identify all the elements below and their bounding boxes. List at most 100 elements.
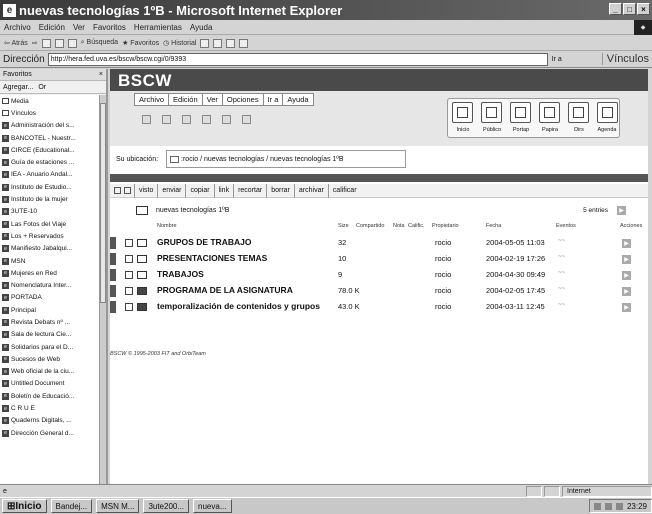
row-events-icon[interactable]: ~~ <box>558 286 565 292</box>
action-visto[interactable]: visto <box>134 183 157 198</box>
favorite-item[interactable]: e Dirección General d... <box>0 427 100 439</box>
row-events-icon[interactable]: ~~ <box>558 238 565 244</box>
row-action-arrow-icon[interactable]: ▶ <box>622 255 631 264</box>
favorite-item[interactable]: e Principal <box>0 304 100 316</box>
binoculars-icon[interactable] <box>202 115 211 124</box>
row-checkbox[interactable] <box>125 255 133 263</box>
favorite-item[interactable]: e 3UTE-10 <box>0 206 100 218</box>
favorite-item[interactable]: e Guía de estaciones ... <box>0 156 100 168</box>
col-eventos[interactable]: Eventos <box>556 223 576 229</box>
row-action-arrow-icon[interactable]: ▶ <box>622 287 631 296</box>
back-button[interactable]: ⇦ Atrás <box>4 39 28 47</box>
wastebasket-nav-icon[interactable] <box>539 102 560 123</box>
favorite-item[interactable]: e IEA - Anuario Andal... <box>0 169 100 181</box>
bscw-menu-ver[interactable]: Ver <box>203 94 223 105</box>
add-favorite-button[interactable]: Agregar... <box>3 84 33 91</box>
search-button[interactable]: ⌕ Búsqueda <box>81 39 118 47</box>
col-propietario[interactable]: Propietario <box>432 223 459 229</box>
search-icon[interactable] <box>162 115 171 124</box>
location-path-text[interactable]: :rocio / nuevas tecnologías / nuevas tec… <box>181 156 344 163</box>
taskbar-button-msn[interactable]: MSN M... <box>96 499 140 513</box>
favorite-item[interactable]: e Mujeres en Red <box>0 267 100 279</box>
bscw-menu-archivo[interactable]: Archivo <box>135 94 170 105</box>
favorite-item[interactable]: e Quaderns Digitals, ... <box>0 415 100 427</box>
public-nav-icon[interactable] <box>481 102 502 123</box>
favorites-button[interactable]: ★ Favoritos <box>122 39 159 47</box>
favorite-item[interactable]: e PORTADA <box>0 292 100 304</box>
favorite-item[interactable]: e Boletín de Educació... <box>0 390 100 402</box>
row-events-icon[interactable]: ~~ <box>558 302 565 308</box>
stop-icon[interactable] <box>41 38 51 48</box>
start-button[interactable]: ⊞ Inicio <box>2 499 47 513</box>
taskbar-button-nueva[interactable]: nueva... <box>193 499 232 513</box>
messenger-icon[interactable] <box>239 38 249 48</box>
favorite-item[interactable]: e Administración del s... <box>0 120 100 132</box>
row-checkbox[interactable] <box>125 287 133 295</box>
action-recortar[interactable]: recortar <box>233 183 266 198</box>
maximize-button[interactable]: □ <box>623 3 636 15</box>
edit-icon[interactable] <box>226 38 236 48</box>
bscw-menu-ayuda[interactable]: Ayuda <box>283 94 312 105</box>
col-compartido[interactable]: Compartido <box>356 223 384 229</box>
taskbar-button-3ute[interactable]: 3ute200... <box>143 499 190 513</box>
favorite-item[interactable]: e Manifiesto Jabalqui... <box>0 243 100 255</box>
address-input[interactable]: http://hera.fed.uva.es/bscw/bscw.cgi/0/9… <box>47 53 548 66</box>
row-name[interactable]: GRUPOS DE TRABAJO <box>157 237 251 247</box>
favorite-item[interactable]: e Las Fotos del Viaje <box>0 218 100 230</box>
table-row[interactable]: TRABAJOS 9 rocio 2004-04-30 09:49 ~~ ▶ <box>110 269 648 281</box>
history-button[interactable]: ◷ Historial <box>163 39 196 47</box>
tray-icon[interactable] <box>604 502 612 510</box>
action-calificar[interactable]: calificar <box>327 183 361 198</box>
mail-icon[interactable] <box>200 38 210 48</box>
table-row[interactable]: PRESENTACIONES TEMAS 10 rocio 2004-02-19 17… <box>110 253 648 265</box>
action-link[interactable]: link <box>213 183 234 198</box>
favorite-item[interactable]: e Solidarios para el D... <box>0 341 100 353</box>
select-all-checkbox[interactable] <box>114 187 121 194</box>
row-name[interactable]: PROGRAMA DE LA ASIGNATURA <box>157 285 293 295</box>
row-name[interactable]: TRABAJOS <box>157 269 204 279</box>
col-nota[interactable]: Nota <box>393 223 405 229</box>
favorite-item[interactable]: e MSN <box>0 255 100 267</box>
sidebar-scrollbar[interactable] <box>99 95 106 484</box>
tray-icon[interactable] <box>593 502 601 510</box>
row-checkbox[interactable] <box>125 239 133 247</box>
links-button[interactable]: Vínculos <box>601 53 649 65</box>
favorite-item[interactable]: e CIRCE (Educational... <box>0 144 100 156</box>
row-name[interactable]: temporalización de contenidos y grupos <box>157 301 320 311</box>
folder-icon[interactable] <box>222 115 231 124</box>
row-checkbox[interactable] <box>125 271 133 279</box>
action-copiar[interactable]: copiar <box>185 183 213 198</box>
row-action-arrow-icon[interactable]: ▶ <box>622 239 631 248</box>
select-none-checkbox[interactable] <box>124 187 131 194</box>
favorite-item[interactable]: Vínculos <box>0 107 100 119</box>
favorite-item[interactable]: e Nomenclatura Inter... <box>0 279 100 291</box>
sidebar-close-icon[interactable]: × <box>99 71 103 78</box>
table-row[interactable]: GRUPOS DE TRABAJO 32 rocio 2004-05-05 11:03… <box>110 237 648 249</box>
menu-ver[interactable]: Ver <box>73 23 85 32</box>
taskbar-button-bandeja[interactable]: Bandej... <box>50 499 93 513</box>
col-size[interactable]: Size <box>338 223 349 229</box>
table-row[interactable]: PROGRAMA DE LA ASIGNATURA 78.0 K rocio 2004… <box>110 285 648 297</box>
favorite-item[interactable]: e Sala de lectura Cie... <box>0 329 100 341</box>
directory-nav-icon[interactable] <box>568 102 589 123</box>
row-events-icon[interactable]: ~~ <box>558 254 565 260</box>
scrollbar-thumb[interactable] <box>100 103 106 303</box>
tray-icon[interactable] <box>615 502 623 510</box>
menu-ayuda[interactable]: Ayuda <box>190 23 213 32</box>
menu-herramientas[interactable]: Herramientas <box>134 23 182 32</box>
row-checkbox[interactable] <box>125 303 133 311</box>
col-calific[interactable]: Calific. <box>408 223 425 229</box>
favorite-item[interactable]: e Revista Debats nº ... <box>0 316 100 328</box>
col-acciones[interactable]: Acciones <box>620 223 642 229</box>
bscw-menu-edicion[interactable]: Edición <box>169 94 203 105</box>
menu-archivo[interactable]: Archivo <box>4 23 31 32</box>
up-folder-icon[interactable] <box>142 115 151 124</box>
print-icon[interactable] <box>213 38 223 48</box>
favorite-item[interactable]: eC R U E <box>0 402 100 414</box>
location-path[interactable]: :rocio / nuevas tecnologías / nuevas tec… <box>166 150 407 168</box>
col-fecha[interactable]: Fecha <box>486 223 501 229</box>
favorite-item[interactable]: e Los + Reservados <box>0 230 100 242</box>
favorite-item[interactable]: e Instituto de Estudio... <box>0 181 100 193</box>
agenda-nav-icon[interactable] <box>597 102 618 123</box>
favorite-item[interactable]: e BANCOTEL - Nuestr... <box>0 132 100 144</box>
